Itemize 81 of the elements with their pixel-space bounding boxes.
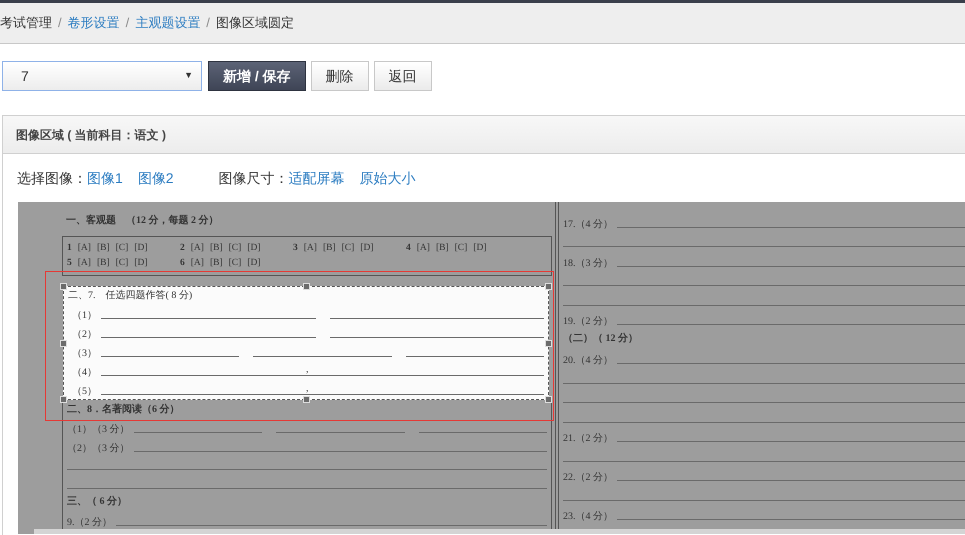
comma-mark: , bbox=[306, 382, 308, 396]
question-label: （3） bbox=[72, 347, 97, 361]
choice-option: [D] bbox=[247, 241, 260, 256]
choice-option: [C] bbox=[116, 256, 128, 271]
choice-option: [D] bbox=[134, 256, 148, 271]
save-button[interactable]: 新增 / 保存 bbox=[208, 61, 306, 91]
breadcrumb-separator: / bbox=[206, 14, 210, 32]
comma-mark: , bbox=[306, 363, 308, 377]
question-select[interactable]: 7 ▼ bbox=[2, 61, 202, 91]
question-label: 23.（4 分） bbox=[563, 510, 613, 524]
choice-option: [A] bbox=[78, 256, 91, 271]
choice-option: [A] bbox=[190, 256, 204, 271]
choice-option: [A] bbox=[190, 241, 204, 256]
choice-option: [B] bbox=[210, 256, 223, 271]
choice-option: [D] bbox=[473, 241, 486, 256]
caret-icon: ▼ bbox=[184, 69, 193, 83]
breadcrumb-separator: / bbox=[126, 14, 130, 32]
resize-handle[interactable] bbox=[545, 396, 552, 403]
question-label: （5） bbox=[72, 385, 97, 399]
breadcrumb-text: 考试管理 bbox=[0, 14, 52, 32]
choice-option: [B] bbox=[322, 241, 336, 256]
question-label: 18.（3 分） bbox=[563, 256, 613, 270]
choice-option: [D] bbox=[134, 241, 148, 256]
image-link[interactable]: 图像2 bbox=[138, 168, 174, 188]
choice-option: [A] bbox=[78, 241, 91, 256]
resize-handle[interactable] bbox=[545, 340, 552, 347]
question-label: 17.（4 分） bbox=[563, 218, 613, 232]
choice-option: [D] bbox=[360, 241, 374, 256]
section-heading: 二、8．名著阅读（6 分） bbox=[67, 402, 180, 417]
question-label: （1）（3 分） bbox=[67, 423, 130, 437]
question-label: 9.（2 分） bbox=[67, 516, 112, 530]
option-label: 选择图像： bbox=[17, 168, 87, 188]
section-heading: 三、（ 6 分） bbox=[67, 494, 127, 510]
resize-handle[interactable] bbox=[60, 283, 67, 290]
choice-option: [C] bbox=[228, 256, 242, 271]
image-link[interactable]: 图像1 bbox=[87, 168, 123, 188]
choice-option: [C] bbox=[454, 241, 468, 256]
choice-option: [B] bbox=[96, 241, 110, 256]
choice-option: [C] bbox=[116, 241, 128, 256]
section-heading: 二、7. 任选四题作答( 8 分) bbox=[68, 288, 192, 303]
section-heading: （二）（ 12 分） bbox=[563, 332, 638, 346]
section-heading: 一、客观题 （12 分，每题 2 分） bbox=[66, 213, 218, 228]
size-link[interactable]: 原始大小 bbox=[360, 168, 416, 188]
choice-option: [A] bbox=[416, 241, 430, 256]
choice-option: [C] bbox=[228, 241, 242, 256]
question-label: 22.（2 分） bbox=[563, 471, 613, 485]
question-label: 19.（2 分） bbox=[563, 315, 613, 329]
resize-handle[interactable] bbox=[60, 396, 67, 403]
question-label: （4） bbox=[72, 366, 97, 380]
selected-region[interactable]: 二、7. 任选四题作答( 8 分) （1） （2） （3） （4） , （5） , bbox=[63, 286, 549, 400]
question-label: （2） bbox=[72, 328, 97, 342]
breadcrumb-separator: / bbox=[58, 14, 62, 32]
option-label: 图像尺寸： bbox=[218, 168, 289, 188]
question-label: （1） bbox=[72, 309, 97, 323]
resize-handle[interactable] bbox=[303, 396, 310, 403]
breadcrumb-link[interactable]: 卷形设置 bbox=[68, 13, 120, 33]
question-label: 20.（4 分） bbox=[563, 354, 613, 368]
choice-option: [A] bbox=[304, 241, 317, 256]
resize-handle[interactable] bbox=[545, 283, 552, 290]
choice-number: 4 bbox=[406, 242, 411, 256]
scrollbar[interactable] bbox=[34, 529, 965, 534]
action-button[interactable]: 返回 bbox=[374, 61, 432, 91]
action-button[interactable]: 删除 bbox=[310, 61, 369, 91]
choice-option: [B] bbox=[96, 256, 110, 271]
choice-number: 2 bbox=[180, 242, 185, 256]
choice-number: 3 bbox=[293, 242, 298, 256]
choice-number: 5 bbox=[67, 257, 72, 270]
breadcrumb-link[interactable]: 主观题设置 bbox=[135, 13, 200, 33]
question-label: （2）（3 分） bbox=[67, 442, 130, 456]
choice-option: [B] bbox=[210, 241, 223, 256]
choice-option: [C] bbox=[342, 241, 354, 256]
size-link[interactable]: 适配屏幕 bbox=[288, 168, 345, 188]
choice-number: 1 bbox=[67, 242, 72, 256]
resize-handle[interactable] bbox=[303, 283, 310, 290]
resize-handle[interactable] bbox=[60, 340, 67, 347]
choice-option: [D] bbox=[247, 256, 260, 271]
breadcrumb-text: 图像区域圆定 bbox=[216, 14, 294, 32]
panel-title: 图像区域 ( 当前科目：语文 ) bbox=[16, 126, 166, 144]
question-label: 21.（2 分） bbox=[563, 432, 613, 446]
choice-number: 6 bbox=[180, 257, 185, 270]
choice-option: [B] bbox=[436, 241, 449, 256]
